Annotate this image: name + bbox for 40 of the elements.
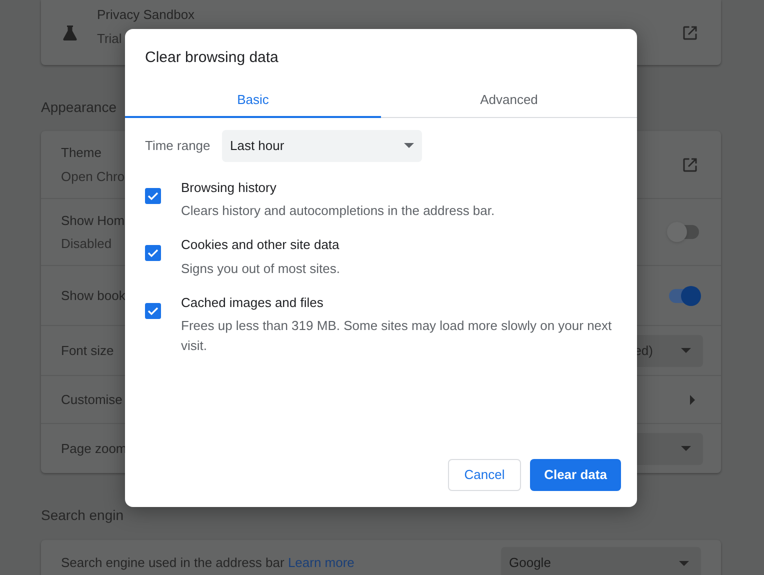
check-icon: [147, 304, 159, 316]
section-heading: Appearance: [41, 98, 117, 117]
clear-data-button[interactable]: Clear data: [530, 459, 621, 491]
time-range-label: Time range: [145, 136, 212, 155]
option-label: Cookies and other site data: [181, 236, 340, 254]
search-engine-label: Search engine used in the address bar Learn more: [61, 554, 354, 572]
option-description: Signs you out of most sites.: [181, 260, 340, 278]
external-link-icon[interactable]: [681, 156, 699, 174]
dropdown-arrow-icon: [681, 348, 691, 353]
external-link-icon[interactable]: [681, 24, 699, 42]
dropdown-arrow-icon: [679, 560, 689, 566]
setting-label: Show Hom: [61, 212, 125, 230]
toggle-switch[interactable]: [669, 288, 699, 302]
check-icon: [147, 190, 159, 202]
setting-label: Theme: [61, 144, 102, 162]
toggle-switch[interactable]: [669, 225, 699, 239]
dropdown-arrow-icon: [404, 143, 414, 148]
checkbox[interactable]: [145, 245, 161, 261]
setting-label: Font size: [61, 342, 114, 360]
section-heading: Search engin: [41, 506, 124, 525]
check-icon: [147, 247, 159, 259]
option-label: Browsing history: [181, 178, 278, 197]
setting-sublabel: Disabled: [61, 235, 113, 253]
dialog-tab[interactable]: Basic: [125, 84, 381, 118]
flask-icon: [61, 24, 79, 42]
setting-label: Customise: [61, 390, 122, 409]
dropdown-arrow-icon: [681, 446, 691, 451]
privacy-sandbox-label: Privacy Sandbox: [97, 6, 195, 24]
setting-label: Show book: [61, 286, 126, 305]
checkbox[interactable]: [145, 302, 161, 318]
option-label: Cached images and files: [181, 294, 324, 312]
right-arrow-icon[interactable]: [690, 394, 695, 404]
search-engine-select[interactable]: Google: [501, 547, 701, 575]
checkbox[interactable]: [145, 188, 161, 204]
option-description: Frees up less than 319 MB. Some sites may load more slowly on your next visit.: [181, 317, 613, 355]
time-range-select[interactable]: Last hour: [222, 130, 422, 162]
option-description: Clears history and autocompletions in the address bar.: [181, 202, 495, 220]
dialog-tab[interactable]: Advanced: [381, 84, 637, 118]
dialog-title: Clear browsing data: [145, 48, 278, 68]
cancel-button[interactable]: Cancel: [448, 459, 521, 491]
